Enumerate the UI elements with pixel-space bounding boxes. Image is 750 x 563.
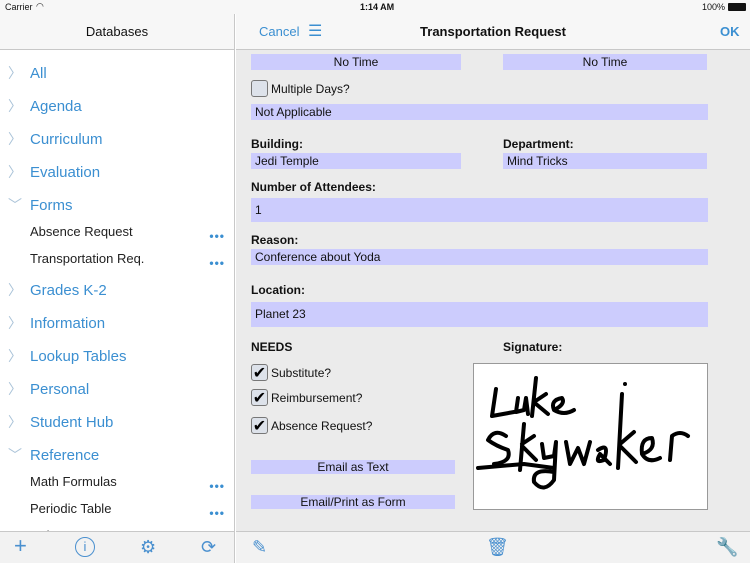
check-icon: ✔ <box>251 364 268 382</box>
start-time-field[interactable]: No Time <box>251 54 461 70</box>
sidebar-item-label: Grades K-2 <box>30 281 107 299</box>
sidebar-item-personal[interactable]: 〉 Personal <box>0 374 235 404</box>
cancel-button[interactable]: Cancel <box>259 24 299 39</box>
add-icon[interactable]: + <box>14 533 27 559</box>
sidebar-item-forms[interactable]: ﹀ Forms <box>0 190 235 220</box>
form-toolbar: ✎ 🗑 🔧 <box>236 531 750 563</box>
end-time-field[interactable]: No Time <box>503 54 707 70</box>
location-field[interactable]: Planet 23 <box>251 302 708 327</box>
chevron-right-icon: 〉 <box>8 98 22 114</box>
sidebar-item-curriculum[interactable]: 〉 Curriculum <box>0 124 235 154</box>
reason-label: Reason: <box>251 233 299 247</box>
trash-icon[interactable]: 🗑 <box>486 537 509 558</box>
building-label: Building: <box>251 137 303 151</box>
location-label: Location: <box>251 283 305 297</box>
needs-label: NEEDS <box>251 340 293 354</box>
sidebar-item-grades-k-2[interactable]: 〉 Grades K-2 <box>0 275 235 305</box>
chevron-right-icon: 〉 <box>8 414 22 430</box>
check-icon: ✔ <box>251 417 268 435</box>
sidebar-item-label: Reference <box>30 446 100 464</box>
list-item[interactable]: Math Formulas ••• <box>30 469 235 494</box>
sidebar-item-label: Evaluation <box>30 163 101 181</box>
signature-drawing <box>476 376 690 490</box>
email-text-button[interactable]: Email as Text <box>251 460 455 474</box>
checkbox-label: Multiple Days? <box>271 81 350 96</box>
list-item[interactable]: Absence Request ••• <box>30 219 235 244</box>
battery-percent: 100% <box>702 2 726 12</box>
checkbox-box <box>251 80 268 97</box>
list-item-label: Periodic Table <box>30 500 112 516</box>
sync-icon[interactable]: ⟳ <box>201 537 216 558</box>
email-form-button[interactable]: Email/Print as Form <box>251 495 455 509</box>
more-icon[interactable]: ••• <box>209 229 225 243</box>
list-item-label: Absence Request <box>30 223 133 239</box>
sidebar-item-information[interactable]: 〉 Information <box>0 308 235 338</box>
sidebar: Databases 〉 All 〉 Agenda 〉 Curriculum 〉 Evaluat… <box>0 14 235 563</box>
chevron-right-icon: 〉 <box>8 282 22 298</box>
info-icon[interactable]: i <box>75 537 95 557</box>
department-field[interactable]: Mind Tricks <box>503 153 707 169</box>
chevron-right-icon: 〉 <box>8 381 22 397</box>
multiple-days-field[interactable]: Not Applicable <box>251 104 708 120</box>
sidebar-item-label: All <box>30 64 47 82</box>
chevron-right-icon: 〉 <box>8 131 22 147</box>
list-item-label: Transportation Req. <box>30 250 145 266</box>
substitute-checkbox[interactable]: ✔ Substitute? <box>251 364 332 382</box>
ok-button[interactable]: OK <box>720 24 740 39</box>
form-navbar: Cancel ☰ Transportation Request OK <box>236 14 750 50</box>
sidebar-item-label: Curriculum <box>30 130 103 148</box>
sidebar-toolbar: + i ⚙ ⟳ <box>0 531 234 563</box>
checkbox-label: Absence Request? <box>271 418 373 433</box>
menu-icon[interactable]: ☰ <box>308 21 322 41</box>
sidebar-item-label: Forms <box>30 196 73 214</box>
checkbox-label: Reimbursement? <box>271 390 363 405</box>
compose-icon[interactable]: ✎ <box>252 537 267 558</box>
wifi-icon: ◠ <box>36 1 44 11</box>
checkbox-label: Substitute? <box>271 365 332 380</box>
wrench-icon[interactable]: 🔧 <box>716 537 738 558</box>
sidebar-item-all[interactable]: 〉 All <box>0 58 235 88</box>
status-bar: Carrier ◠ 1:14 AM 100% <box>0 0 750 14</box>
sidebar-title: Databases <box>85 24 149 39</box>
sidebar-item-agenda[interactable]: 〉 Agenda <box>0 91 235 121</box>
check-icon: ✔ <box>251 389 268 407</box>
carrier: Carrier <box>5 2 33 12</box>
chevron-down-icon: ﹀ <box>8 197 22 213</box>
more-icon[interactable]: ••• <box>209 506 225 520</box>
sidebar-item-lookup-tables[interactable]: 〉 Lookup Tables <box>0 341 235 371</box>
chevron-right-icon: 〉 <box>8 348 22 364</box>
list-item-label: Math Formulas <box>30 473 117 489</box>
chevron-right-icon: 〉 <box>8 315 22 331</box>
absence-request-checkbox[interactable]: ✔ Absence Request? <box>251 417 373 435</box>
chevron-down-icon: ﹀ <box>8 447 22 463</box>
attendees-field[interactable]: 1 <box>251 198 708 222</box>
gear-icon[interactable]: ⚙ <box>140 537 156 558</box>
sidebar-item-evaluation[interactable]: 〉 Evaluation <box>0 157 235 187</box>
signature-label: Signature: <box>503 340 563 354</box>
form-panel: Cancel ☰ Transportation Request OK No Ti… <box>236 14 750 563</box>
attendees-label: Number of Attendees: <box>251 180 376 194</box>
multiple-days-checkbox[interactable]: Multiple Days? <box>251 80 350 97</box>
list-item[interactable]: Periodic Table ••• <box>30 496 235 521</box>
sidebar-navbar: Databases <box>0 14 234 50</box>
sidebar-item-label: Student Hub <box>30 413 114 431</box>
clock: 1:14 AM <box>360 2 395 12</box>
sidebar-item-student-hub[interactable]: 〉 Student Hub <box>0 407 235 437</box>
more-icon[interactable]: ••• <box>209 479 225 493</box>
chevron-right-icon: 〉 <box>8 164 22 180</box>
list-item[interactable]: Transportation Req. ••• <box>30 246 235 271</box>
sidebar-item-reference[interactable]: ﹀ Reference <box>0 440 235 470</box>
sidebar-item-label: Information <box>30 314 106 332</box>
chevron-right-icon: 〉 <box>8 65 22 81</box>
reimbursement-checkbox[interactable]: ✔ Reimbursement? <box>251 389 363 407</box>
signature-pad[interactable] <box>473 363 708 510</box>
building-field[interactable]: Jedi Temple <box>251 153 461 169</box>
department-label: Department: <box>503 137 574 151</box>
more-icon[interactable]: ••• <box>209 256 225 270</box>
sidebar-item-label: Lookup Tables <box>30 347 127 365</box>
reason-field[interactable]: Conference about Yoda <box>251 249 708 265</box>
sidebar-item-label: Agenda <box>30 97 82 115</box>
battery-icon <box>728 3 746 11</box>
sidebar-item-label: Personal <box>30 380 90 398</box>
